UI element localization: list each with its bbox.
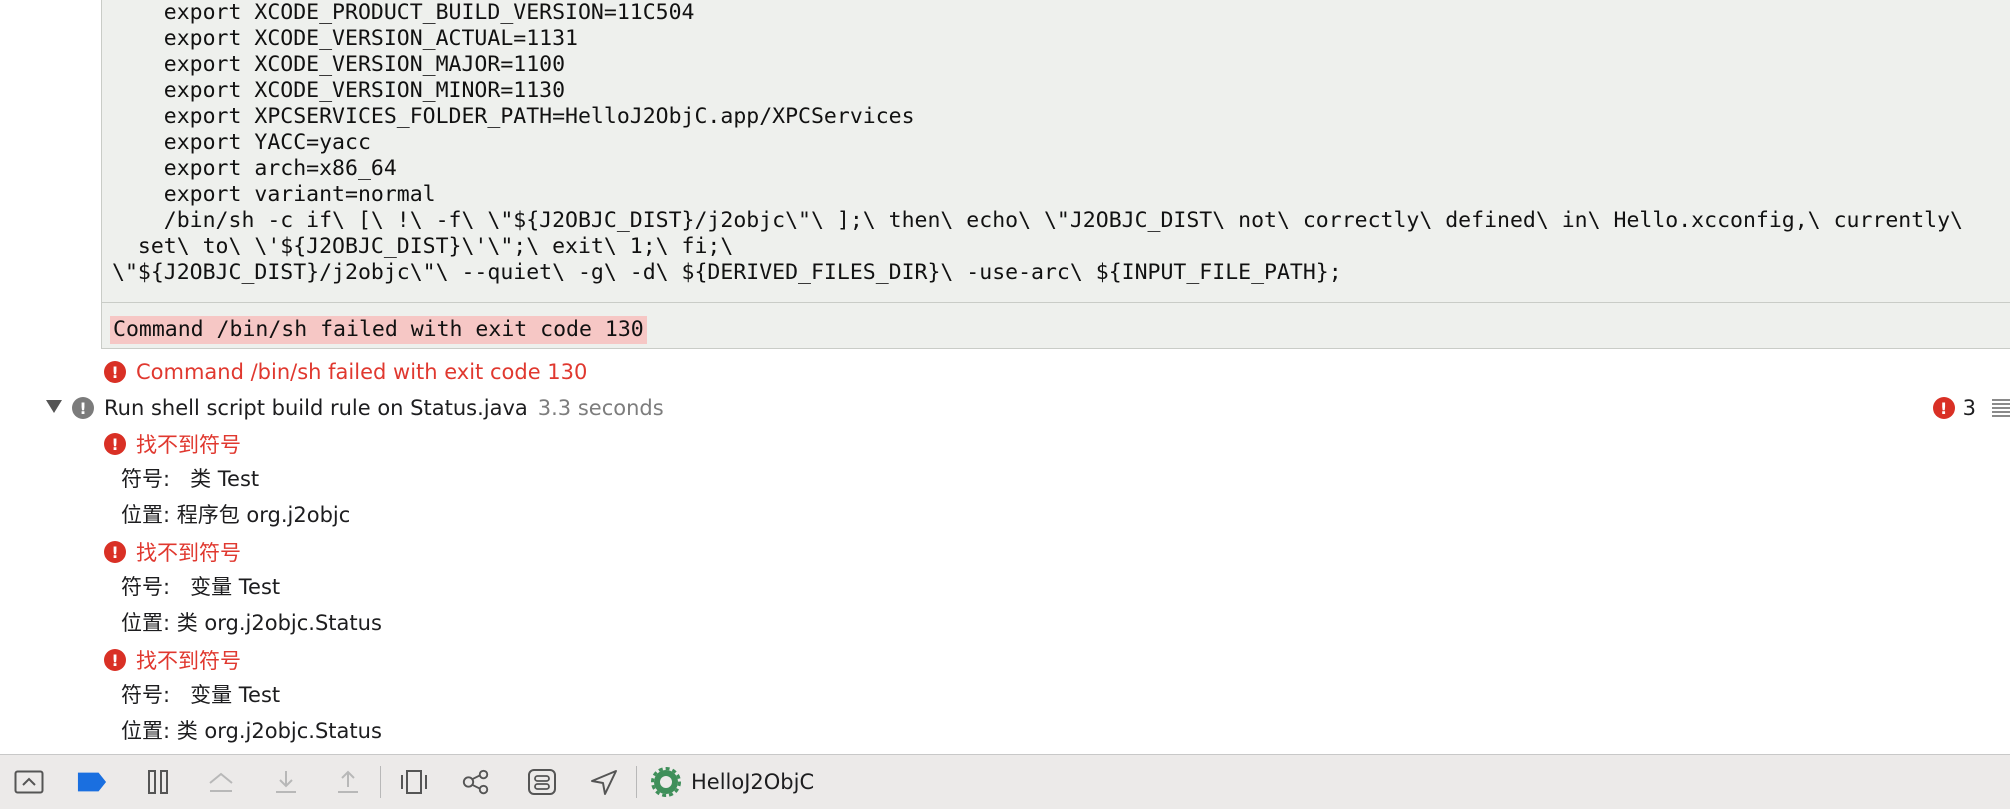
command-failed-highlight: Command /bin/sh failed with exit code 13…	[110, 316, 647, 344]
pause-button[interactable]	[143, 768, 173, 796]
command-failed-block: Command /bin/sh failed with exit code 13…	[101, 303, 2010, 349]
step-out-button[interactable]	[333, 768, 363, 796]
memory-graph-icon	[462, 769, 489, 795]
build-step-row[interactable]: ! Run shell script build rule on Status.…	[72, 391, 664, 425]
simulate-location-button[interactable]	[589, 768, 619, 796]
issue-symbol-text: 符号: 类 Test	[121, 467, 260, 491]
log-line: export arch=x86_64	[112, 156, 397, 181]
issue-detail-symbol: 符号: 变量 Test	[121, 569, 280, 603]
log-line: export XCODE_VERSION_MAJOR=1100	[112, 52, 566, 77]
issue-title: 找不到符号	[136, 649, 241, 673]
log-line: export YACC=yacc	[112, 130, 371, 155]
log-line: export XCODE_VERSION_MINOR=1130	[112, 78, 566, 103]
toolbar-divider	[380, 766, 381, 798]
log-line: export XCODE_PRODUCT_BUILD_VERSION=11C50…	[112, 0, 695, 25]
error-count-badge: ! 3	[1932, 394, 1976, 422]
issue-location-text: 位置: 类 org.j2objc.Status	[121, 719, 382, 743]
panel-toggle-icon	[14, 770, 44, 794]
issue-symbol-not-found[interactable]: ! 找不到符号	[104, 427, 241, 461]
issue-detail-location: 位置: 程序包 org.j2objc	[121, 497, 350, 531]
issue-symbol-not-found[interactable]: ! 找不到符号	[104, 535, 241, 569]
log-line: set\ to\ \'${J2OBJC_DIST}\'\";\ exit\ 1;…	[112, 234, 734, 259]
error-icon: !	[104, 433, 126, 455]
debug-view-hierarchy-icon	[401, 770, 427, 794]
location-arrow-icon	[591, 770, 617, 795]
log-line: \"${J2OBJC_DIST}/j2objc\"\ --quiet\ -g\ …	[112, 260, 1342, 285]
toolbar-divider	[636, 766, 637, 798]
log-line: export XPCSERVICES_FOLDER_PATH=HelloJ2Ob…	[112, 104, 915, 129]
log-lines: export XCODE_PRODUCT_BUILD_VERSION=11C50…	[112, 0, 1963, 286]
issue-detail-symbol: 符号: 变量 Test	[121, 677, 280, 711]
memory-graph-button[interactable]	[461, 768, 491, 796]
issue-location-text: 位置: 程序包 org.j2objc	[121, 503, 351, 527]
pause-icon	[148, 770, 168, 794]
hide-debug-area-button[interactable]	[14, 768, 44, 796]
issue-title: 找不到符号	[136, 433, 241, 457]
error-count: 3	[1962, 396, 1976, 420]
step-out-icon	[338, 770, 358, 793]
breakpoints-toggle-button[interactable]	[77, 768, 107, 796]
view-hierarchy-button[interactable]	[399, 768, 429, 796]
issue-symbol-text: 符号: 变量 Test	[121, 575, 281, 599]
debug-bar: HelloJ2ObjC	[0, 754, 2010, 809]
environment-overrides-button[interactable]	[527, 768, 557, 796]
build-step-duration: 3.3 seconds	[537, 396, 664, 420]
issue-detail-location: 位置: 类 org.j2objc.Status	[121, 713, 382, 747]
issue-command-failed[interactable]: ! Command /bin/sh failed with exit code …	[104, 355, 587, 389]
log-line: export XCODE_VERSION_ACTUAL=1131	[112, 26, 578, 51]
issue-detail-location: 位置: 类 org.j2objc.Status	[121, 605, 382, 639]
warning-gray-icon: !	[72, 397, 94, 419]
log-line: export variant=normal	[112, 182, 436, 207]
build-step-title: Run shell script build rule on Status.ja…	[104, 396, 528, 420]
error-icon: !	[104, 361, 126, 383]
step-over-icon	[209, 772, 233, 792]
step-over-button[interactable]	[206, 768, 236, 796]
environment-overrides-icon	[528, 769, 556, 795]
log-line: /bin/sh -c if\ [\ !\ -f\ \"${J2OBJC_DIST…	[112, 208, 1964, 233]
issue-symbol-text: 符号: 变量 Test	[121, 683, 281, 707]
build-log-transcript: export XCODE_PRODUCT_BUILD_VERSION=11C50…	[101, 0, 2010, 303]
debug-target-selector[interactable]: HelloJ2ObjC	[651, 765, 814, 799]
step-into-button[interactable]	[271, 768, 301, 796]
error-icon: !	[104, 541, 126, 563]
breakpoint-icon	[77, 772, 107, 792]
issue-detail-symbol: 符号: 类 Test	[121, 461, 259, 495]
issue-symbol-not-found[interactable]: ! 找不到符号	[104, 643, 241, 677]
error-icon: !	[104, 649, 126, 671]
issue-title: 找不到符号	[136, 541, 241, 565]
target-name: HelloJ2ObjC	[691, 770, 815, 794]
gear-app-icon	[651, 767, 681, 797]
error-icon: !	[1932, 397, 1955, 419]
disclosure-triangle-icon[interactable]	[46, 400, 62, 413]
issue-message: Command /bin/sh failed with exit code 13…	[136, 360, 588, 384]
step-into-icon	[276, 771, 296, 793]
show-transcript-icon[interactable]	[1992, 399, 2010, 417]
issue-location-text: 位置: 类 org.j2objc.Status	[121, 611, 382, 635]
